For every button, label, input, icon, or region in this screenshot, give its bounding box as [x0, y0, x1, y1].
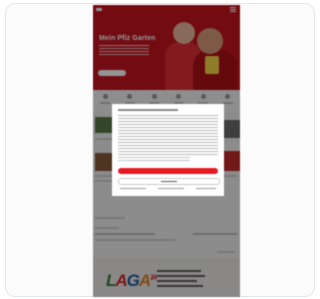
imprint-link[interactable]: [196, 188, 216, 189]
dialog-links: [120, 188, 216, 191]
settings-link[interactable]: [120, 188, 146, 189]
reject-button[interactable]: [118, 178, 220, 185]
dialog-heading: [118, 109, 178, 111]
consent-text: [118, 115, 218, 155]
accept-all-button[interactable]: [118, 168, 218, 174]
privacy-link[interactable]: [158, 188, 184, 189]
consent-text-secondary: [118, 157, 190, 163]
cookie-consent-dialog: [112, 104, 224, 196]
